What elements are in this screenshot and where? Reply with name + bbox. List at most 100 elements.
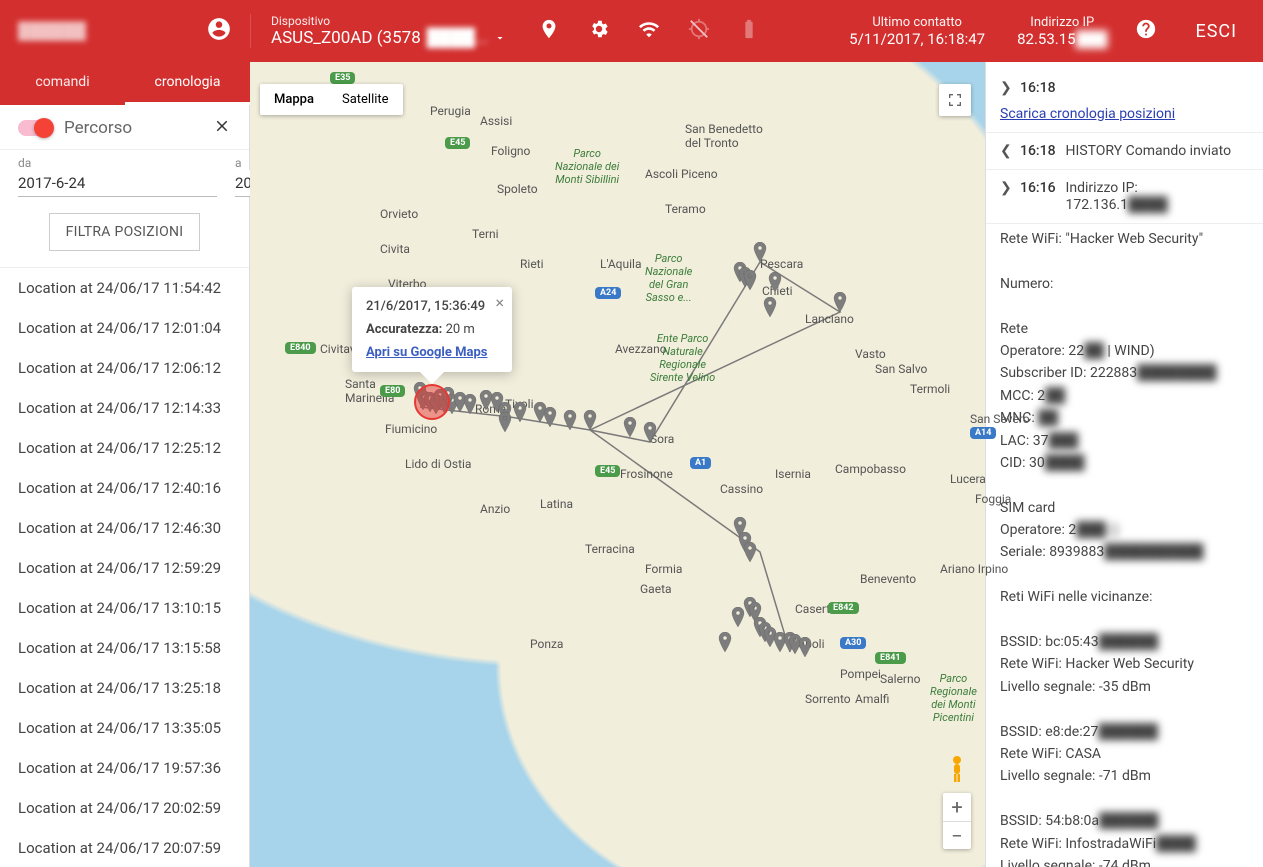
filter-button[interactable]: FILTRA POSIZIONI bbox=[49, 213, 201, 251]
city-label: San Salvo bbox=[875, 362, 927, 376]
download-history-link[interactable]: Scarica cronologia posizioni bbox=[986, 106, 1263, 133]
history-entry[interactable]: ❯ 16:18 bbox=[986, 70, 1263, 106]
map-pin[interactable] bbox=[742, 542, 758, 562]
road-badge: E80 bbox=[380, 385, 405, 397]
road-badge: E842 bbox=[828, 602, 859, 614]
map-pin[interactable] bbox=[797, 637, 813, 657]
close-icon[interactable] bbox=[213, 117, 231, 139]
city-label: Ariano Irpino bbox=[940, 562, 1008, 576]
road-badge: A1 bbox=[690, 457, 711, 469]
map-pin[interactable] bbox=[622, 417, 638, 437]
location-popup: × 21/6/2017, 15:36:49 Accuratezza: 20 m … bbox=[352, 287, 512, 372]
city-label: Cassino bbox=[720, 482, 763, 496]
list-item[interactable]: Location at 24/06/17 13:15:58 bbox=[0, 628, 249, 668]
city-label: Spoleto bbox=[497, 182, 538, 196]
map-type-switch[interactable]: Mappa Satellite bbox=[260, 84, 403, 115]
location-list[interactable]: Location at 24/06/17 11:54:42Location at… bbox=[0, 267, 249, 867]
history-entry[interactable]: ❮ 16:18 HISTORY Comando inviato bbox=[986, 133, 1263, 170]
list-item[interactable]: Location at 24/06/17 12:01:04 bbox=[0, 308, 249, 348]
zoom-in-button[interactable]: + bbox=[943, 793, 971, 821]
logout-button[interactable]: ESCI bbox=[1169, 21, 1263, 42]
city-label: Frosinone bbox=[620, 467, 673, 481]
city-label: Terni bbox=[472, 227, 499, 241]
date-from-input[interactable] bbox=[18, 170, 217, 197]
list-item[interactable]: Location at 24/06/17 12:06:12 bbox=[0, 348, 249, 388]
map-pin[interactable] bbox=[752, 242, 768, 262]
date-from-label: da bbox=[18, 156, 217, 170]
device-selector[interactable]: Dispositivo ASUS_Z00AD (3578████... bbox=[250, 14, 520, 48]
location-icon[interactable] bbox=[538, 18, 560, 44]
list-item[interactable]: Location at 24/06/17 20:02:59 bbox=[0, 788, 249, 828]
chevron-right-icon: ❯ bbox=[1000, 80, 1010, 96]
list-item[interactable]: Location at 24/06/17 19:57:36 bbox=[0, 748, 249, 788]
city-label: Terracina bbox=[585, 542, 635, 556]
map-pin[interactable] bbox=[832, 292, 848, 312]
ip-address: Indirizzo IP 82.53.15███ bbox=[1001, 15, 1123, 48]
history-entry[interactable]: ❯ 16:16 Indirizzo IP: 172.136.1████ bbox=[986, 170, 1263, 224]
city-label: Rieti bbox=[520, 257, 544, 271]
popup-timestamp: 21/6/2017, 15:36:49 bbox=[366, 299, 498, 314]
road-badge: A14 bbox=[970, 427, 996, 439]
list-item[interactable]: Location at 24/06/17 20:07:59 bbox=[0, 828, 249, 867]
map-pin[interactable] bbox=[730, 607, 746, 627]
list-item[interactable]: Location at 24/06/17 12:40:16 bbox=[0, 468, 249, 508]
city-label: Campobasso bbox=[835, 462, 906, 476]
list-item[interactable]: Location at 24/06/17 12:25:12 bbox=[0, 428, 249, 468]
list-item[interactable]: Location at 24/06/17 11:54:42 bbox=[0, 268, 249, 308]
park-label: ParcoNazionaledel GranSasso e... bbox=[645, 252, 692, 304]
zoom-out-button[interactable]: − bbox=[943, 821, 971, 849]
map-pin[interactable] bbox=[462, 394, 478, 414]
main-layout: comandi cronologia Percorso da a FILTRA … bbox=[0, 62, 1263, 867]
city-label: Assisi bbox=[480, 114, 512, 128]
map[interactable]: PerugiaAssisiFolignoSpoletoTerniOrvietoV… bbox=[250, 62, 985, 867]
road-badge: A30 bbox=[840, 637, 866, 649]
city-label: Formia bbox=[645, 562, 682, 576]
battery-icon[interactable] bbox=[738, 18, 760, 44]
header-icons bbox=[520, 18, 778, 44]
map-pin[interactable] bbox=[742, 270, 758, 290]
map-pin[interactable] bbox=[582, 410, 598, 430]
list-item[interactable]: Location at 24/06/17 13:10:15 bbox=[0, 588, 249, 628]
city-label: Termoli bbox=[910, 382, 950, 396]
map-pin[interactable] bbox=[542, 407, 558, 427]
map-pin[interactable] bbox=[762, 297, 778, 317]
city-label: Pompei bbox=[840, 667, 881, 681]
tab-commands[interactable]: comandi bbox=[0, 62, 125, 105]
road-badge: A24 bbox=[595, 287, 621, 299]
map-type-satellite[interactable]: Satellite bbox=[328, 84, 403, 115]
list-item[interactable]: Location at 24/06/17 12:46:30 bbox=[0, 508, 249, 548]
map-pin[interactable] bbox=[767, 272, 783, 292]
map-pin[interactable] bbox=[642, 422, 658, 442]
list-item[interactable]: Location at 24/06/17 13:35:05 bbox=[0, 708, 249, 748]
map-type-map[interactable]: Mappa bbox=[260, 84, 328, 115]
date-range: da a bbox=[0, 150, 249, 199]
city-label: Anzio bbox=[480, 502, 510, 516]
list-item[interactable]: Location at 24/06/17 12:59:29 bbox=[0, 548, 249, 588]
popup-close-icon[interactable]: × bbox=[495, 293, 504, 312]
device-label: Dispositivo bbox=[271, 14, 506, 28]
pegman-icon[interactable] bbox=[945, 755, 969, 785]
city-label: Vasto bbox=[855, 347, 886, 361]
tab-history[interactable]: cronologia bbox=[125, 62, 250, 105]
city-label: Teramo bbox=[665, 202, 706, 216]
map-pin[interactable] bbox=[512, 402, 528, 422]
help-icon[interactable] bbox=[1123, 18, 1169, 44]
brand-area: ██████ bbox=[0, 16, 250, 46]
gps-off-icon[interactable] bbox=[688, 18, 710, 44]
map-pin[interactable] bbox=[497, 412, 513, 432]
list-item[interactable]: Location at 24/06/17 12:14:33 bbox=[0, 388, 249, 428]
gear-icon[interactable] bbox=[588, 18, 610, 44]
account-icon[interactable] bbox=[206, 16, 232, 46]
list-item[interactable]: Location at 24/06/17 13:25:18 bbox=[0, 668, 249, 708]
current-location-marker[interactable] bbox=[414, 384, 450, 420]
route-toggle[interactable] bbox=[18, 120, 52, 136]
route-title: Percorso bbox=[64, 118, 201, 138]
map-pin[interactable] bbox=[562, 410, 578, 430]
map-pin[interactable] bbox=[717, 632, 733, 652]
road-badge: E841 bbox=[875, 652, 906, 664]
wifi-icon[interactable] bbox=[638, 18, 660, 44]
popup-maps-link[interactable]: Apri su Google Maps bbox=[366, 345, 487, 360]
park-label: ParcoRegionaledei MontiPicentini bbox=[930, 672, 977, 724]
road-badge: E840 bbox=[285, 342, 316, 354]
fullscreen-icon[interactable] bbox=[939, 84, 971, 116]
